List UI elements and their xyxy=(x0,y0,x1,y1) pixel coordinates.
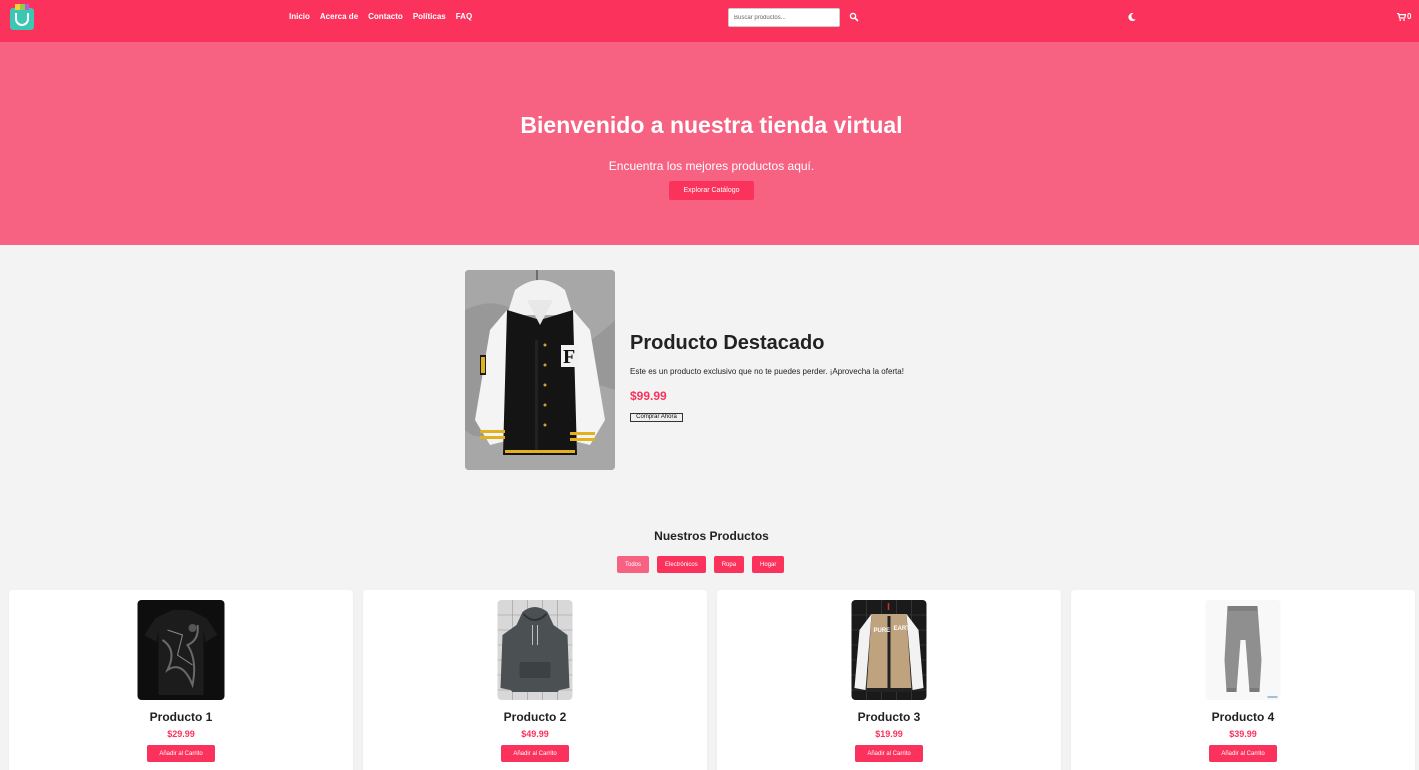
products-section-title: Nuestros Productos xyxy=(654,529,769,543)
search-icon[interactable] xyxy=(849,12,859,22)
product-card: PURE EART Producto 3 $19.99 Añadir al Ca… xyxy=(717,590,1061,770)
category-filters: Todos Electrónicos Ropa Hogar xyxy=(617,556,785,573)
nav-link-contacto[interactable]: Contacto xyxy=(368,12,403,21)
product-price: $39.99 xyxy=(1229,729,1257,739)
top-navbar: Inicio Acerca de Contacto Políticas FAQ … xyxy=(0,0,1419,42)
product-name: Producto 1 xyxy=(149,710,213,724)
nav-link-acerca-de[interactable]: Acerca de xyxy=(320,12,358,21)
product-grid: Producto 1 $29.99 Añadir al Carrito Prod… xyxy=(9,590,1415,770)
add-to-cart-button[interactable]: Añadir al Carrito xyxy=(501,745,569,762)
add-to-cart-button[interactable]: Añadir al Carrito xyxy=(1209,745,1277,762)
cart-count: 0 xyxy=(1407,12,1412,21)
cart-icon xyxy=(1397,12,1406,21)
product-card: Producto 4 $39.99 Añadir al Carrito xyxy=(1071,590,1415,770)
product-price: $49.99 xyxy=(521,729,549,739)
filter-todos[interactable]: Todos xyxy=(617,556,650,573)
add-to-cart-button[interactable]: Añadir al Carrito xyxy=(147,745,215,762)
nav-link-inicio[interactable]: Inicio xyxy=(289,12,310,21)
filter-hogar[interactable]: Hogar xyxy=(752,556,785,573)
svg-text:F: F xyxy=(563,346,575,368)
product-image xyxy=(137,600,225,700)
svg-text:PURE: PURE xyxy=(874,628,891,634)
product-card: Producto 1 $29.99 Añadir al Carrito xyxy=(9,590,353,770)
filter-ropa[interactable]: Ropa xyxy=(713,556,745,573)
hero-subtitle: Encuentra los mejores productos aquí. xyxy=(608,159,815,173)
featured-price: $99.99 xyxy=(630,389,667,403)
main-nav: Inicio Acerca de Contacto Políticas FAQ xyxy=(289,12,472,21)
shopping-bag-icon[interactable] xyxy=(10,4,34,30)
product-price: $19.99 xyxy=(875,729,903,739)
product-name: Producto 4 xyxy=(1211,710,1275,724)
moon-icon[interactable] xyxy=(1127,12,1137,22)
product-card: Producto 2 $49.99 Añadir al Carrito xyxy=(363,590,707,770)
nav-link-faq[interactable]: FAQ xyxy=(456,12,472,21)
svg-text:EART: EART xyxy=(894,626,911,632)
nav-link-politicas[interactable]: Políticas xyxy=(413,12,446,21)
hero-banner: Bienvenido a nuestra tienda virtual Encu… xyxy=(0,42,1419,245)
filter-electronicos[interactable]: Electrónicos xyxy=(657,556,706,573)
cart-button[interactable]: 0 xyxy=(1397,12,1411,21)
add-to-cart-button[interactable]: Añadir al Carrito xyxy=(855,745,923,762)
product-price: $29.99 xyxy=(167,729,195,739)
search-input[interactable] xyxy=(728,8,840,27)
product-image xyxy=(1205,600,1281,700)
featured-description: Este es un producto exclusivo que no te … xyxy=(630,367,904,376)
hero-title: Bienvenido a nuestra tienda virtual xyxy=(520,112,903,138)
featured-title: Producto Destacado xyxy=(630,332,825,354)
buy-now-button[interactable]: Comprar Ahora xyxy=(630,413,683,422)
featured-product-image: F xyxy=(465,270,615,470)
product-image: PURE EART xyxy=(851,600,927,700)
product-name: Producto 2 xyxy=(503,710,567,724)
product-image xyxy=(497,600,573,700)
explore-catalog-button[interactable]: Explorar Catálogo xyxy=(669,181,754,200)
product-name: Producto 3 xyxy=(857,710,921,724)
